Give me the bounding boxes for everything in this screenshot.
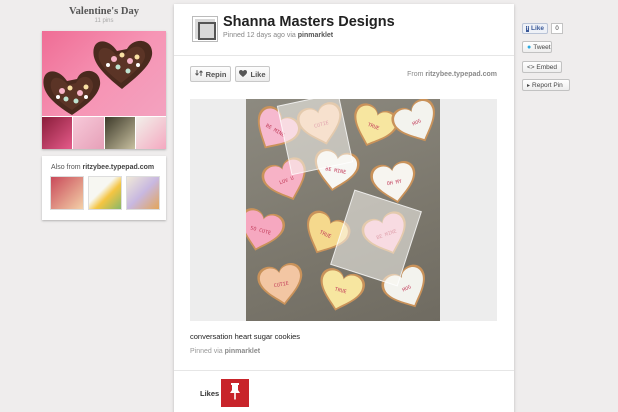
embed-button[interactable]: <> Embed xyxy=(522,61,562,73)
from-source: From ritzybee.typepad.com xyxy=(407,71,497,78)
board-thumbnail[interactable] xyxy=(42,117,73,149)
report-pin-button[interactable]: ▸ Report Pin xyxy=(522,79,570,91)
board-cover-image[interactable] xyxy=(42,31,166,116)
also-from-label: Also from ritzybee.typepad.com xyxy=(51,164,155,171)
pin-photo: BE MINECUTIETRUEHUGLUV UBE MINEOH MYSO C… xyxy=(246,99,440,321)
facebook-icon: f xyxy=(526,25,529,32)
facebook-like-button[interactable]: f Like xyxy=(522,23,548,34)
pinned-via-footer: Pinned via pinmarklet xyxy=(190,348,261,355)
board-thumbnail[interactable] xyxy=(104,117,135,149)
heart-cookie: SO CUTE xyxy=(246,208,286,251)
heart-brownies-illustration xyxy=(43,40,153,115)
board-thumbnail-row xyxy=(42,117,166,149)
cookie-illustration: BE MINECUTIETRUEHUGLUV UBE MINEOH MYSO C… xyxy=(246,99,435,311)
pin-image[interactable]: BE MINECUTIETRUEHUGLUV UBE MINEOH MYSO C… xyxy=(190,99,497,321)
twitter-bird-icon: ● xyxy=(527,43,532,51)
heart-cookie: TRUE xyxy=(354,103,399,147)
footer-divider xyxy=(174,370,514,371)
facebook-like-count: 0 xyxy=(551,23,563,34)
tweet-label: Tweet xyxy=(533,43,551,51)
heart-icon xyxy=(239,69,248,79)
pinned-via-user-link[interactable]: pinmarklet xyxy=(298,32,333,39)
avatar[interactable] xyxy=(192,16,218,42)
board-thumbnail[interactable] xyxy=(73,117,104,149)
embed-label: <> Embed xyxy=(527,63,557,71)
report-pin-label: Report Pin xyxy=(532,81,563,89)
pin-card: Shanna Masters Designs Pinned 12 days ag… xyxy=(174,4,514,412)
footer-user-link[interactable]: pinmarklet xyxy=(225,348,260,355)
header-divider xyxy=(174,55,514,56)
likes-label: Likes xyxy=(200,389,220,398)
heart-cookie: HUG xyxy=(391,99,435,142)
facebook-like-label: Like xyxy=(530,25,544,32)
like-label: Like xyxy=(250,69,266,79)
also-from-thumbnail[interactable] xyxy=(126,176,160,210)
pushpin-icon xyxy=(228,382,242,405)
pin-description: conversation heart sugar cookies xyxy=(190,332,301,341)
also-from-domain-link[interactable]: ritzybee.typepad.com xyxy=(83,164,155,171)
like-button[interactable]: Like xyxy=(235,66,270,82)
source-domain-link[interactable]: ritzybee.typepad.com xyxy=(425,71,497,78)
liker-avatar[interactable] xyxy=(221,379,249,407)
board-title[interactable]: Valentine's Day xyxy=(42,6,166,17)
also-from-thumbnails xyxy=(50,176,160,210)
board-pin-count: 11 pins xyxy=(94,18,114,24)
board-card[interactable] xyxy=(42,31,166,149)
also-from-card: Also from ritzybee.typepad.com xyxy=(42,156,166,220)
flag-icon: ▸ xyxy=(527,82,531,89)
also-from-thumbnail[interactable] xyxy=(88,176,122,210)
repin-icon xyxy=(194,69,203,79)
board-thumbnail[interactable] xyxy=(135,117,166,149)
repin-button[interactable]: Repin xyxy=(190,66,231,82)
repin-label: Repin xyxy=(205,69,227,79)
also-from-thumbnail[interactable] xyxy=(50,176,84,210)
heart-cookie: CUTIE xyxy=(257,262,303,306)
pinned-meta: Pinned 12 days ago via pinmarklet xyxy=(223,32,334,39)
pinner-name[interactable]: Shanna Masters Designs xyxy=(223,14,395,30)
tweet-button[interactable]: ● Tweet xyxy=(522,41,552,53)
